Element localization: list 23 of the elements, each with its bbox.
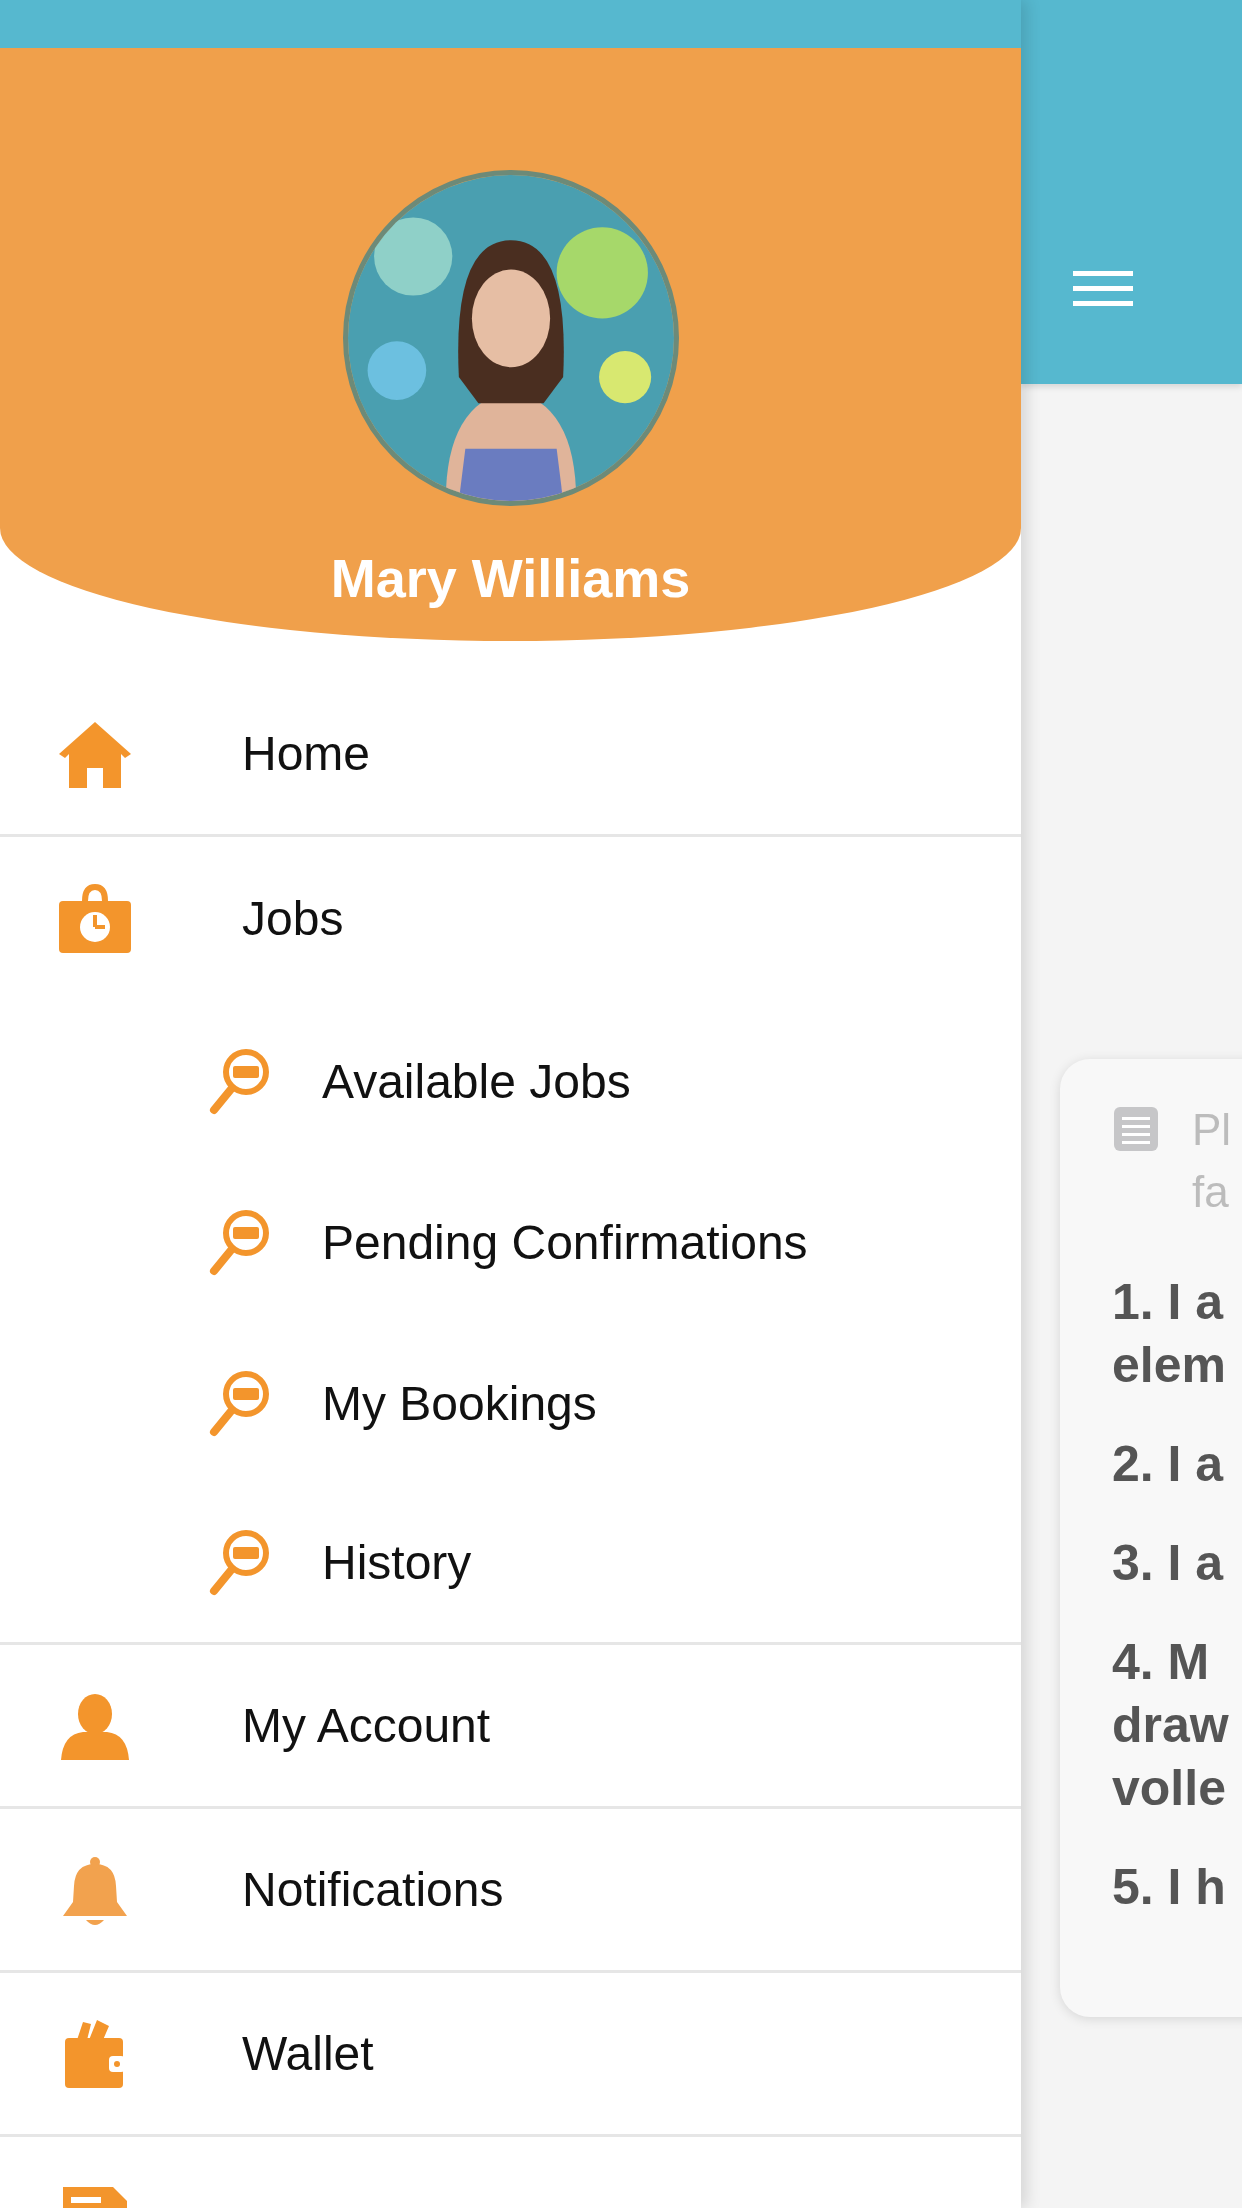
submenu-item[interactable]: Available Jobs [0,1001,1021,1162]
notes-icon [1112,1105,1160,1153]
menu-item[interactable]: Home [0,673,1021,837]
hint-text: fa [1192,1166,1230,1218]
menu-item[interactable]: Jobs [0,837,1021,1001]
statement-text: 5. I h [1112,1858,1227,1917]
menu-icon [1073,269,1133,309]
submenu-item[interactable]: Pending Confirmations [0,1162,1021,1323]
statement-text: elem [1112,1336,1227,1395]
menu-item[interactable]: Wallet [0,1973,1021,2137]
statement-text: draw [1112,1696,1230,1755]
briefcase-icon [57,883,133,955]
user-name: Mary Williams [330,547,691,610]
menu-item[interactable]: Notifications [0,1809,1021,1973]
submenu-item[interactable]: My Bookings [0,1323,1021,1484]
submenu-item[interactable]: History [0,1484,1021,1645]
hint-text: Pl [1192,1104,1232,1156]
statement-text: 3. I a [1112,1534,1225,1593]
menu-item[interactable]: My Account [0,1645,1021,1809]
statement-text: 1. I a [1112,1273,1225,1332]
statement-text: 4. M [1112,1633,1211,1692]
statement-text: 2. I a [1112,1435,1225,1494]
statement-text: volle [1112,1759,1227,1818]
